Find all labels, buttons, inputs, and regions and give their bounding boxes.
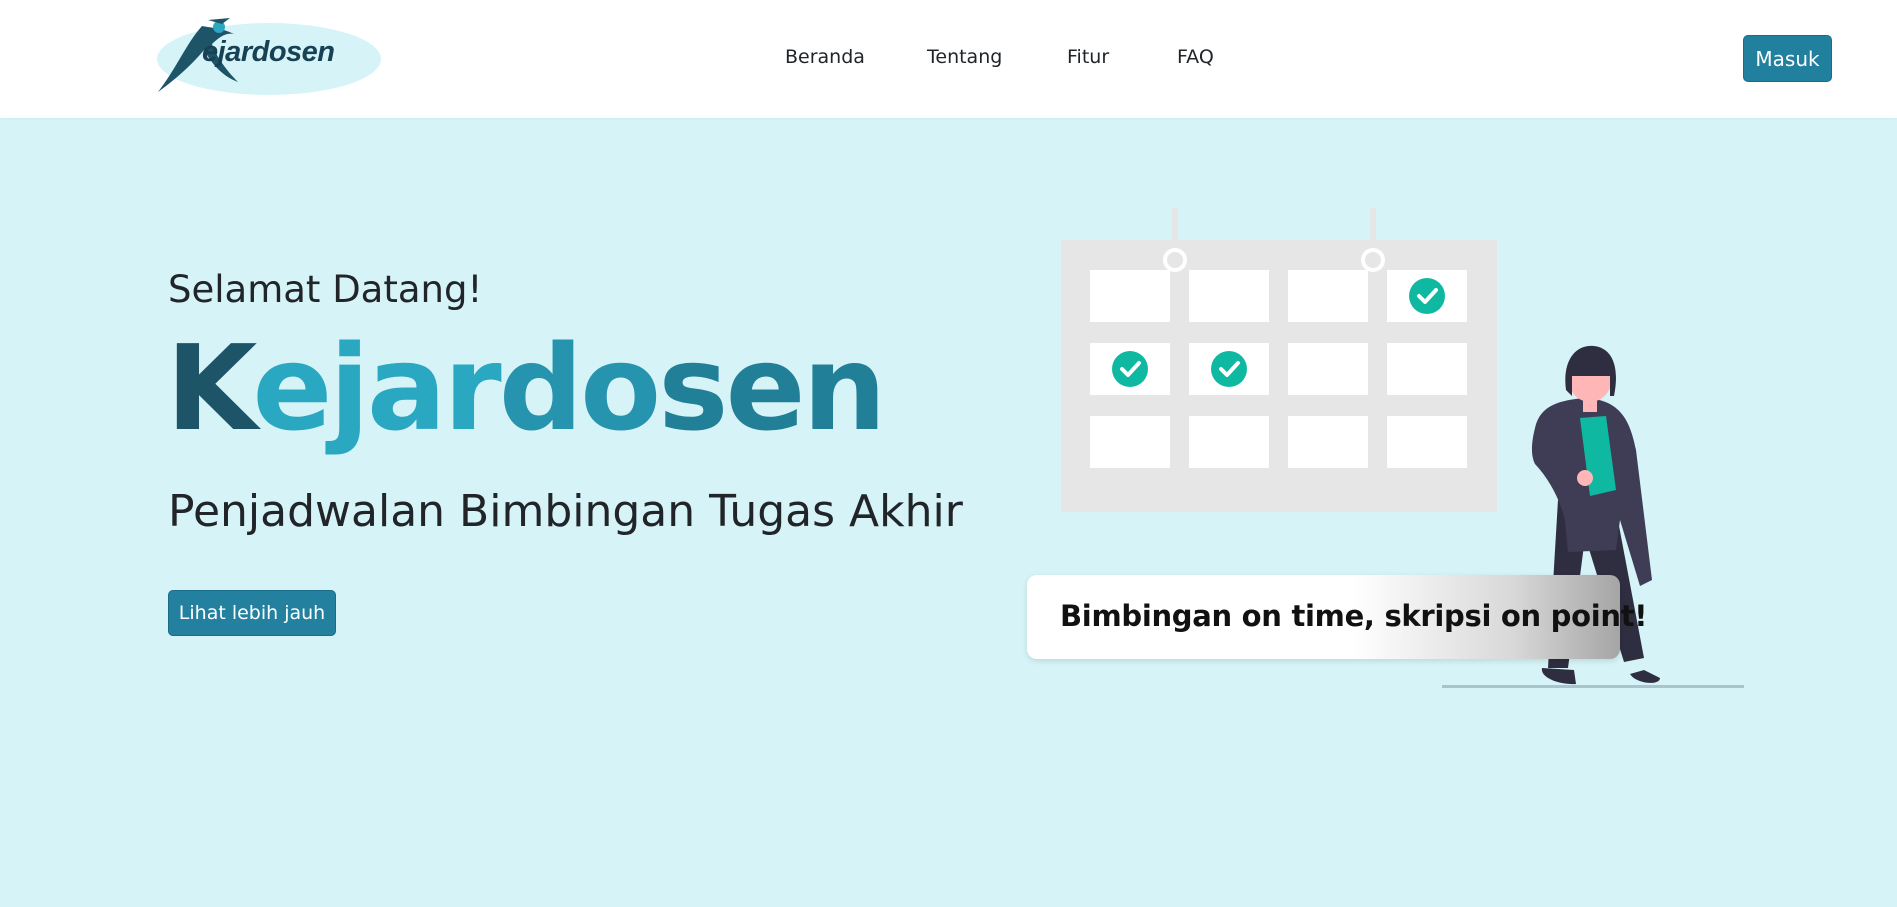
- navbar: ejardosen Beranda Tentang Fitur FAQ Masu…: [0, 0, 1897, 118]
- main-nav: Beranda Tentang Fitur FAQ: [0, 46, 1897, 76]
- hero-subtitle: Penjadwalan Bimbingan Tugas Akhir: [168, 486, 963, 537]
- learn-more-button[interactable]: Lihat lebih jauh: [168, 590, 336, 636]
- calendar-cell: [1288, 343, 1368, 395]
- tagline-card: Bimbingan on time, skripsi on point!: [1027, 575, 1648, 659]
- login-button[interactable]: Masuk: [1743, 35, 1832, 82]
- calendar-cell: [1189, 416, 1269, 468]
- hero-title: Kejardosen: [166, 318, 887, 458]
- calendar-cell: [1288, 270, 1368, 322]
- hero-title-part: ejar: [252, 319, 501, 457]
- hero-title-part: sen: [658, 319, 886, 457]
- check-icon: [1112, 351, 1148, 387]
- check-icon: [1211, 351, 1247, 387]
- nav-item-faq[interactable]: FAQ: [1177, 46, 1214, 68]
- nav-item-tentang[interactable]: Tentang: [927, 46, 1002, 68]
- calendar-cell: [1090, 270, 1170, 322]
- nav-item-beranda[interactable]: Beranda: [785, 46, 865, 68]
- calendar-cell: [1288, 416, 1368, 468]
- calendar-cell: [1189, 270, 1269, 322]
- check-icon: [1409, 278, 1445, 314]
- tagline-text: Bimbingan on time, skripsi on point!: [1060, 599, 1648, 633]
- hero-greeting: Selamat Datang!: [168, 268, 483, 311]
- calendar-cell: [1090, 416, 1170, 468]
- calendar-cell: [1387, 416, 1467, 468]
- floor-line: [1442, 685, 1744, 688]
- nav-item-fitur[interactable]: Fitur: [1067, 46, 1109, 68]
- calendar-cell: [1387, 343, 1467, 395]
- hero-title-part: K: [166, 319, 255, 457]
- hero-title-part: do: [498, 319, 662, 457]
